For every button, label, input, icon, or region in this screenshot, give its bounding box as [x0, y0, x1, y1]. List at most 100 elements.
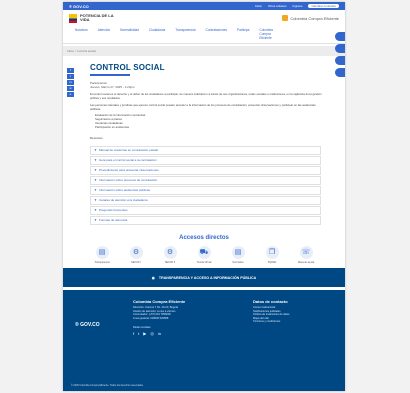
main-menu: Nosotros Atención Normatividad Ciudadaní… — [63, 26, 345, 44]
quick-access-tienda[interactable]: ⛟ Tienda Virtual — [192, 245, 216, 264]
font-size-button[interactable] — [335, 56, 345, 65]
copyright: © 2025 Colombia Compra Eficiente. Todos … — [71, 384, 144, 387]
footer-link[interactable]: Términos y condiciones — [253, 320, 337, 323]
gov-link-login[interactable]: Ingreso — [292, 4, 302, 8]
page-meta: Participación Jueves, Marzo 27, 2025 - 1… — [90, 81, 345, 89]
document-icon: ▤ — [95, 245, 109, 259]
menu-item-transparencia[interactable]: Transparencia — [175, 28, 195, 32]
accordion-label: Formato de denuncia — [98, 218, 128, 223]
linkedin-icon[interactable]: in — [158, 332, 161, 337]
eye-icon: ◉ — [151, 275, 155, 280]
meta-date: Jueves, Marzo 27, 2025 - 1:23pm — [90, 85, 135, 89]
menu-item-participa[interactable]: Participa — [237, 28, 249, 32]
share-bar: f t in w e — [67, 68, 74, 97]
quick-access-pqrsd[interactable]: ❐ PQRSD — [260, 245, 284, 264]
gov-bar: ® GOV.CO Inicio Otros enlaces Ingreso Ca… — [63, 2, 345, 10]
transparency-banner[interactable]: ◉ TRANSPARENCIA Y ACCESO A INFORMACIÓN P… — [63, 268, 345, 287]
quick-access-secop2[interactable]: ⚙ SECOP II — [158, 245, 182, 264]
instagram-icon[interactable]: ◎ — [150, 332, 154, 337]
gov-link-other[interactable]: Otros enlaces — [268, 4, 287, 8]
bullet-item: Participación en audiencias — [95, 124, 130, 129]
quick-access-label: Mesa de ayuda — [297, 260, 315, 264]
footer-col-contact: Datos de contacto Correo institucional N… — [253, 299, 337, 323]
accordion-item[interactable]: ▼ Preguntas frecuentes — [90, 205, 321, 215]
accordion-item[interactable]: ▼ Guía para el control social a la contra… — [90, 155, 321, 165]
whatsapp-icon[interactable]: w — [67, 86, 74, 91]
stack-icon: ❐ — [265, 245, 279, 259]
footer-line: Línea gratuita: 018000 520808 — [133, 316, 169, 320]
footer-col-title: Datos de contacto — [253, 299, 288, 304]
chat-button[interactable] — [335, 68, 345, 77]
second-paragraph: Las personas naturales y jurídicas que e… — [90, 103, 316, 111]
contrast-button[interactable] — [335, 44, 345, 53]
document-icon: ▤ — [231, 245, 245, 259]
chevron-down-icon: ▼ — [94, 148, 97, 153]
accordion: ▼ Manual de veedurías en contratación est… — [90, 145, 321, 225]
accordion-item[interactable]: ▼ Información sobre audiencias públicas — [90, 185, 321, 195]
menu-item-normatividad[interactable]: Normatividad — [120, 28, 139, 32]
chevron-down-icon: ▼ — [94, 198, 97, 203]
contrast-toggle[interactable]: Cambiar contraste — [308, 4, 339, 8]
twitter-icon[interactable]: t — [138, 332, 139, 337]
email-icon[interactable]: e — [67, 92, 74, 97]
slogan: POTENCIA DE LA VIDA — [80, 14, 114, 22]
twitter-icon[interactable]: t — [67, 74, 74, 79]
menu-item-contrataciones[interactable]: Contrataciones — [206, 28, 227, 32]
gov-link-home[interactable]: Inicio — [255, 4, 262, 8]
quick-access-label: Normativa — [232, 260, 244, 264]
gov-logo[interactable]: ® GOV.CO — [69, 4, 89, 9]
agency-name: Colombia Compra Eficiente — [290, 15, 339, 21]
gov-links: Inicio Otros enlaces Ingreso Cambiar con… — [255, 4, 339, 8]
accordion-label: Procedimiento para presentar observacion… — [98, 168, 159, 173]
agency-icon — [282, 15, 289, 21]
quick-access-transparencia[interactable]: ▤ Transparencia — [90, 245, 114, 264]
chevron-down-icon: ▼ — [94, 158, 97, 163]
chevron-down-icon: ▼ — [94, 218, 97, 223]
accordion-item[interactable]: ▼ Canales de atención a la ciudadanía — [90, 195, 321, 205]
footer-logo[interactable]: ® GOV.CO — [75, 322, 100, 328]
accordion-item[interactable]: ▼ Procedimiento para presentar observacio… — [90, 165, 321, 175]
transparency-label: TRANSPARENCIA Y ACCESO A INFORMACIÓN PÚB… — [158, 275, 257, 280]
facebook-icon[interactable]: f — [133, 332, 134, 337]
accordion-label: Guía para el control social a la contrat… — [98, 158, 157, 163]
menu-item-atencion[interactable]: Atención — [98, 28, 110, 32]
menu-item-ciudadania[interactable]: Ciudadanía — [149, 28, 165, 32]
social-label: Redes sociales — [133, 326, 151, 330]
footer: ® GOV.CO Colombia Compra Eficiente Direc… — [63, 290, 345, 391]
quick-access-label: SECOP II — [164, 260, 176, 264]
menu-item-nosotros[interactable]: Nosotros — [75, 28, 88, 32]
bullet-list: Evaluación de la información contractual… — [95, 114, 345, 129]
youtube-icon[interactable]: ▶ — [143, 332, 146, 337]
accordion-item[interactable]: ▼ Formato de denuncia — [90, 215, 321, 225]
menu-item-cce[interactable]: Colombia Compra Eficiente — [259, 28, 281, 40]
accordion-label: Canales de atención a la ciudadanía — [98, 198, 148, 203]
agency-logo[interactable]: Colombia Compra Eficiente — [282, 15, 339, 21]
page-container: ® GOV.CO Inicio Otros enlaces Ingreso Ca… — [63, 2, 345, 391]
floating-buttons — [335, 32, 345, 77]
brand-row: POTENCIA DE LA VIDA Colombia Compra Efic… — [63, 10, 345, 26]
quick-access-ayuda[interactable]: ☏ Mesa de ayuda — [294, 245, 318, 264]
quick-access-normativa[interactable]: ▤ Normativa — [226, 245, 250, 264]
gear-icon: ⚙ — [129, 245, 143, 259]
linkedin-icon[interactable]: in — [67, 80, 74, 85]
quick-access-secop1[interactable]: ⚙ SECOP I — [124, 245, 148, 264]
accessibility-button[interactable] — [335, 32, 345, 41]
flag-icon — [69, 13, 77, 23]
chevron-down-icon: ▼ — [94, 188, 97, 193]
quick-access-title: Accesos directos — [179, 234, 229, 241]
footer-col-title: Colombia Compra Eficiente — [133, 299, 186, 304]
page-title: CONTROL SOCIAL — [90, 63, 165, 72]
accordion-heading: Recursos — [90, 135, 103, 140]
cart-icon: ⛟ — [197, 245, 211, 259]
potencia-logo[interactable]: POTENCIA DE LA VIDA — [69, 13, 114, 23]
chevron-down-icon: ▼ — [94, 178, 97, 183]
title-underline — [90, 74, 130, 76]
gear-icon: ⚙ — [163, 245, 177, 259]
quick-access-label: PQRSD — [267, 260, 277, 264]
accordion-item[interactable]: ▼ Manual de veedurías en contratación est… — [90, 145, 321, 155]
breadcrumb[interactable]: Inicio > Control social — [63, 46, 345, 56]
accordion-item[interactable]: ▼ Información sobre procesos de contratac… — [90, 175, 321, 185]
accordion-label: Información sobre procesos de contrataci… — [98, 178, 158, 183]
footer-col-entity: Colombia Compra Eficiente Dirección: Car… — [133, 299, 223, 337]
facebook-icon[interactable]: f — [67, 68, 74, 73]
